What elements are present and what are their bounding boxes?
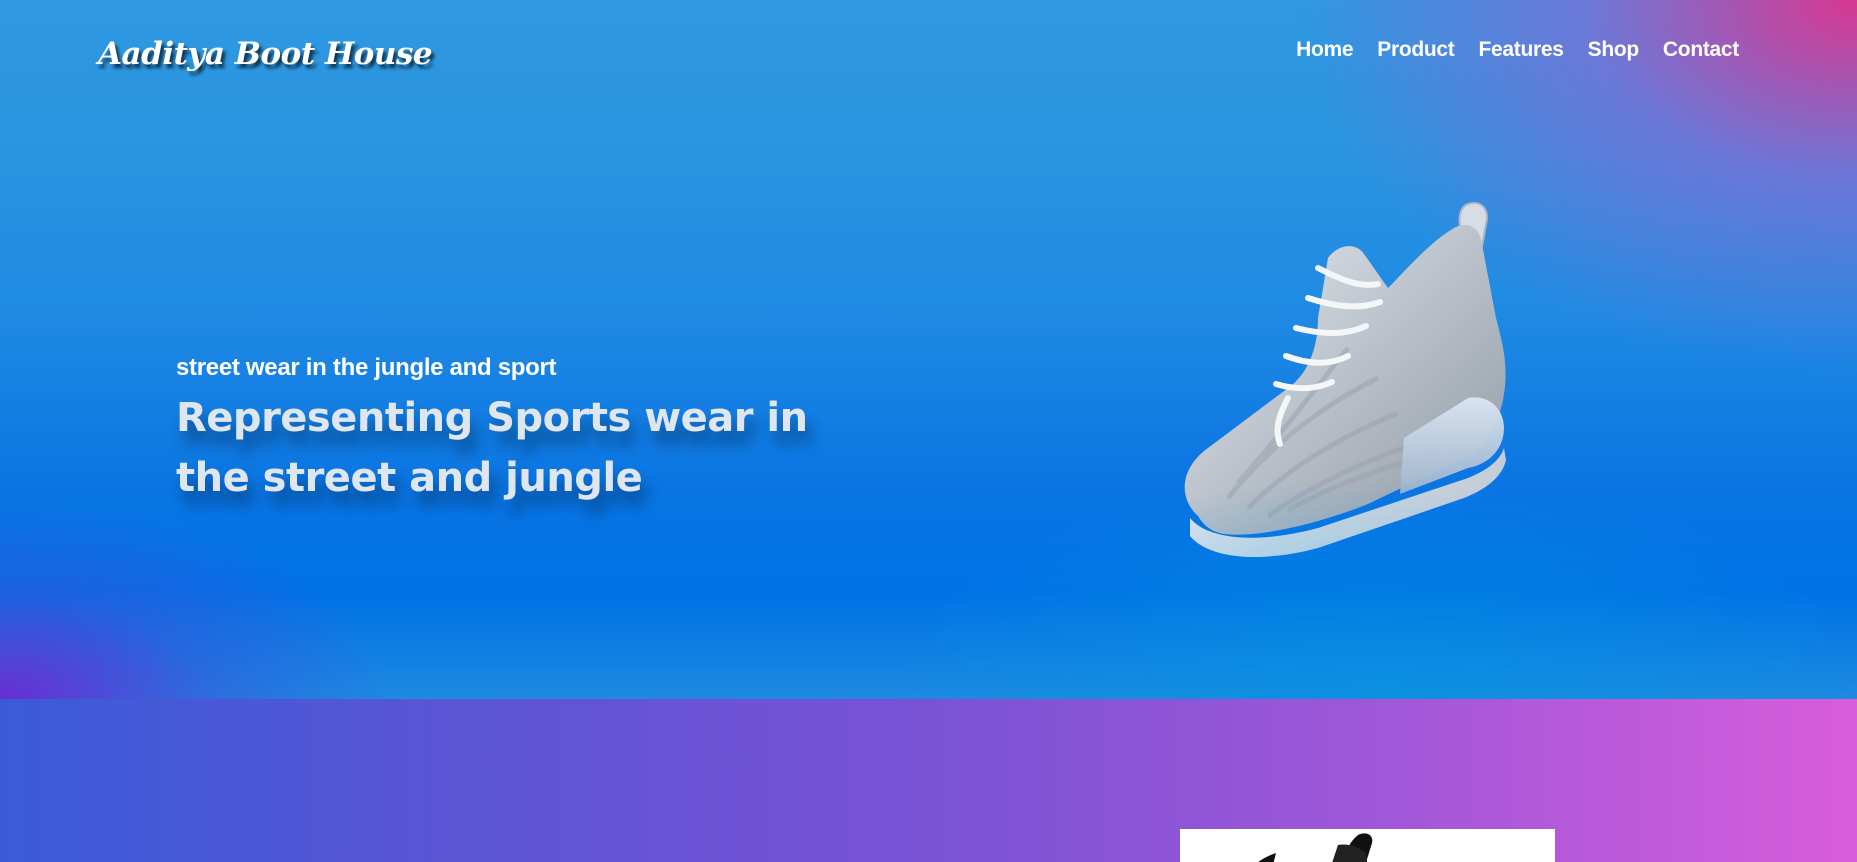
product-card[interactable]: [1180, 829, 1555, 862]
main-nav: Home Product Features Shop Contact: [1284, 38, 1751, 62]
shoe-product-image: [1258, 833, 1373, 862]
products-section: [0, 699, 1857, 862]
sneaker-image: [1184, 202, 1506, 558]
brand-logo[interactable]: Aaditya Boot House: [98, 36, 433, 72]
nav-home[interactable]: Home: [1284, 38, 1365, 62]
hero-section: Aaditya Boot House Home Product Features…: [0, 0, 1857, 699]
nav-contact[interactable]: Contact: [1651, 38, 1751, 62]
nav-features[interactable]: Features: [1466, 38, 1575, 62]
nav-shop[interactable]: Shop: [1576, 38, 1651, 62]
nav-product[interactable]: Product: [1365, 38, 1466, 62]
hero-tagline: street wear in the jungle and sport: [176, 354, 557, 381]
hero-headline: Representing Sports wear in the street a…: [176, 395, 808, 501]
